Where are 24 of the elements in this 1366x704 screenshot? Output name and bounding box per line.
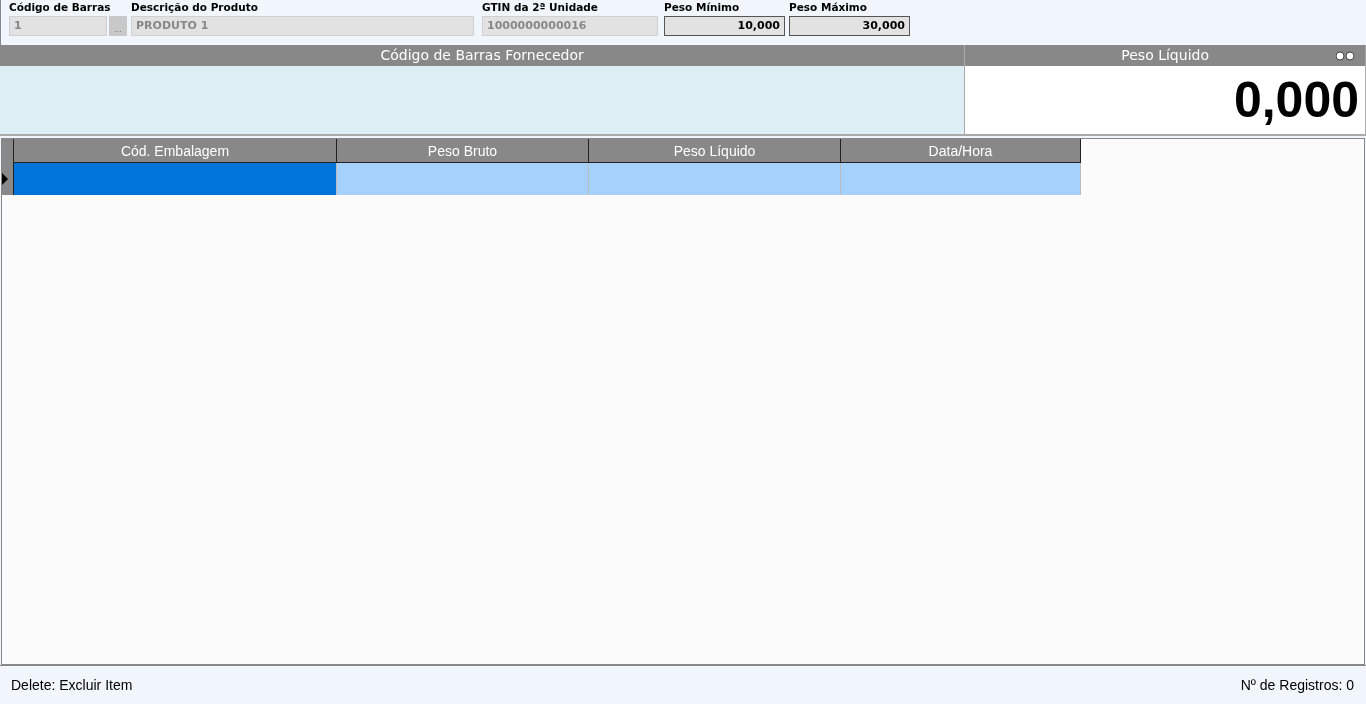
record-count: Nº de Registros: 0: [1240, 677, 1354, 693]
column-header[interactable]: Data/Hora: [841, 139, 1081, 163]
column-header[interactable]: Peso Bruto: [337, 139, 589, 163]
weight-reading: 0,000: [1233, 71, 1360, 129]
table-cell[interactable]: [589, 163, 841, 195]
dots-icon[interactable]: [1335, 51, 1357, 61]
shortcut-hint: Delete: Excluir Item: [11, 677, 133, 693]
column-header[interactable]: Cód. Embalagem: [14, 139, 337, 163]
panel-title: Código de Barras Fornecedor: [0, 45, 965, 66]
table-cell[interactable]: [841, 163, 1081, 195]
lookup-button[interactable]: ...: [109, 16, 127, 36]
field-label: Peso Máximo: [789, 0, 868, 15]
input-field[interactable]: 30,000: [789, 16, 910, 36]
field-label: GTIN da 2ª Unidade: [482, 0, 599, 15]
field-label: Peso Mínimo: [664, 0, 741, 15]
field-label: Descrição do Produto: [131, 0, 259, 15]
barcode-area[interactable]: [0, 66, 965, 134]
panel-title: Peso Líquido: [1121, 47, 1209, 63]
input-field[interactable]: 10,000: [664, 16, 785, 36]
row-pointer-icon: [2, 173, 8, 185]
field-label: Código de Barras: [9, 0, 112, 15]
table-cell[interactable]: [337, 163, 589, 195]
table-cell[interactable]: [14, 163, 337, 195]
column-header[interactable]: Peso Líquido: [589, 139, 841, 163]
